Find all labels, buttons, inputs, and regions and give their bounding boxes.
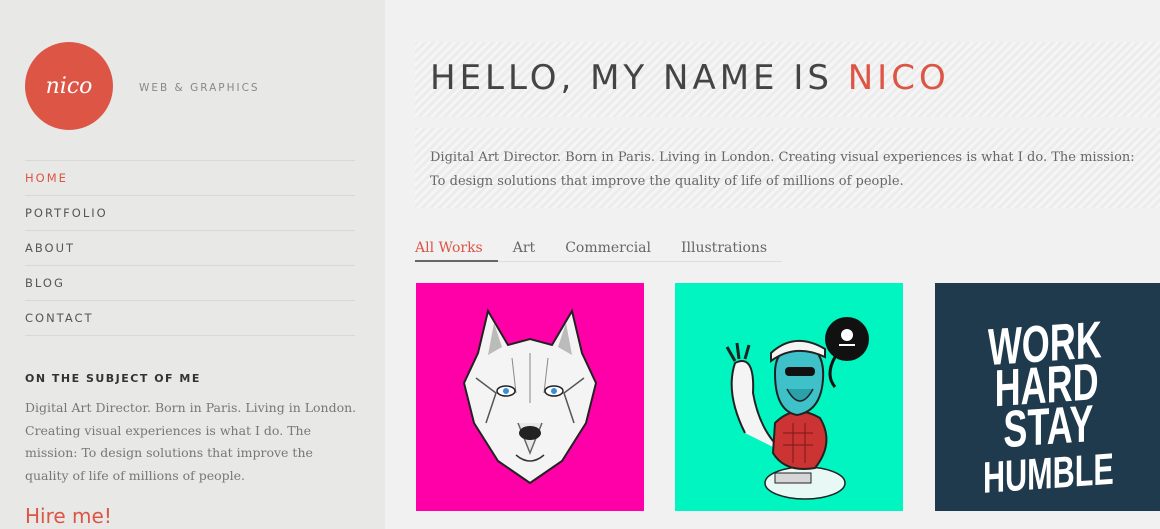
- nav-item-portfolio[interactable]: PORTFOLIO: [25, 196, 355, 231]
- nav-item-blog[interactable]: BLOG: [25, 266, 355, 301]
- nav-item-contact[interactable]: CONTACT: [25, 301, 355, 336]
- title-name: NICO: [847, 58, 950, 98]
- title-prefix: HELLO, MY NAME IS: [430, 58, 848, 98]
- portfolio-item-typography[interactable]: WORK HARD STAY HUMBLE: [935, 283, 1160, 511]
- tagline: WEB & GRAPHICS: [139, 82, 260, 94]
- hero-banner: HELLO, MY NAME IS NICO: [415, 42, 1160, 117]
- hire-me-link[interactable]: Hire me!: [25, 504, 112, 528]
- logo-text: nico: [45, 73, 93, 99]
- intro-box: Digital Art Director. Born in Paris. Liv…: [415, 128, 1160, 208]
- portfolio-filters: All Works Art Commercial Illustrations: [415, 240, 783, 262]
- logo[interactable]: nico: [25, 42, 113, 130]
- about-heading: ON THE SUBJECT OF ME: [25, 372, 201, 385]
- intro-text: Digital Art Director. Born in Paris. Liv…: [430, 150, 1135, 189]
- filter-illustrations[interactable]: Illustrations: [666, 240, 783, 262]
- typography-artwork: WORK HARD STAY HUMBLE: [935, 283, 1160, 511]
- nav-item-about[interactable]: ABOUT: [25, 231, 355, 266]
- wolf-illustration: [416, 283, 644, 511]
- page-title: HELLO, MY NAME IS NICO: [430, 58, 950, 98]
- svg-text:HUMBLE: HUMBLE: [983, 445, 1114, 503]
- sidebar: nico WEB & GRAPHICS HOME PORTFOLIO ABOUT…: [0, 0, 385, 529]
- filter-commercial[interactable]: Commercial: [550, 240, 666, 262]
- filter-art[interactable]: Art: [497, 240, 551, 262]
- main-nav: HOME PORTFOLIO ABOUT BLOG CONTACT: [25, 160, 355, 336]
- about-text: Digital Art Director. Born in Paris. Liv…: [25, 400, 357, 483]
- hipster-illustration: [675, 283, 903, 511]
- filter-all-works[interactable]: All Works: [415, 240, 498, 262]
- portfolio-item-wolf[interactable]: [416, 283, 644, 511]
- portfolio-item-hipster[interactable]: [675, 283, 903, 511]
- nav-item-home[interactable]: HOME: [25, 161, 355, 196]
